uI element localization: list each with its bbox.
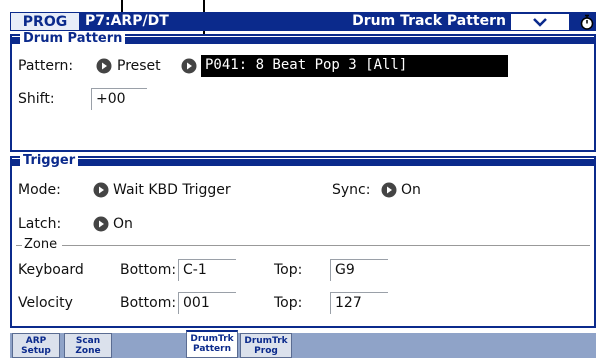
velocity-top-label: Top: <box>274 295 303 311</box>
latch-value[interactable]: On <box>113 215 133 233</box>
tab-drumtrk-pattern[interactable]: DrumTrk Pattern <box>186 330 238 358</box>
keyboard-bottom-field[interactable]: C-1 <box>178 259 236 281</box>
tab-label-line1: Scan <box>75 336 101 346</box>
latch-popup-icon[interactable] <box>93 216 109 232</box>
trigger-section-label: Trigger <box>20 153 79 169</box>
zone-label: Zone <box>24 237 58 252</box>
page-indicator: P7:ARP/DT <box>85 13 169 29</box>
sync-value[interactable]: On <box>401 181 421 199</box>
mode-popup-icon[interactable] <box>93 182 109 198</box>
tab-drumtrk-prog[interactable]: DrumTrk Prog <box>240 333 292 358</box>
tab-label-line2: Zone <box>75 346 101 356</box>
keyboard-top-field[interactable]: G9 <box>330 259 388 281</box>
tab-label-line2: Setup <box>21 346 51 356</box>
velocity-top-field[interactable]: 127 <box>330 292 388 314</box>
chevron-down-icon <box>533 18 547 27</box>
trigger-header: Trigger <box>12 153 594 169</box>
keyboard-top-label: Top: <box>274 262 303 278</box>
velocity-label: Velocity <box>18 295 73 311</box>
tab-label-line2: Pattern <box>193 344 231 354</box>
pattern-popup-icon[interactable] <box>181 58 197 74</box>
sync-popup-icon[interactable] <box>381 182 397 198</box>
keyboard-bottom-label: Bottom: <box>120 262 177 278</box>
shift-label: Shift: <box>18 91 55 107</box>
latch-label: Latch: <box>18 216 62 232</box>
tab-label-line1: ARP <box>25 336 47 346</box>
keyboard-label: Keyboard <box>18 262 84 278</box>
drum-pattern-section-label: Drum Pattern <box>20 31 126 47</box>
stopwatch-button[interactable] <box>578 13 595 30</box>
shift-field[interactable]: +00 <box>91 88 147 110</box>
page-menu-button[interactable] <box>510 13 570 31</box>
title-bar: PROG P7:ARP/DT Drum Track Pattern <box>10 12 596 31</box>
velocity-bottom-field[interactable]: 001 <box>178 292 236 314</box>
mode-indicator[interactable]: PROG <box>10 12 80 31</box>
drum-pattern-panel: Drum Pattern Pattern: Preset P041: 8 Bea… <box>10 31 596 152</box>
bank-popup-icon[interactable] <box>96 58 112 74</box>
pattern-select-field[interactable]: P041: 8 Beat Pop 3 [All] <box>201 55 508 77</box>
tab-label-line2: Prog <box>254 346 278 356</box>
section-bar <box>12 159 594 166</box>
tab-scan-zone[interactable]: Scan Zone <box>64 333 112 358</box>
sync-label: Sync: <box>332 182 371 198</box>
pattern-label: Pattern: <box>18 58 74 74</box>
tab-label-line1: DrumTrk <box>190 334 234 344</box>
trigger-panel: Trigger Mode: Wait KBD Trigger Sync: On … <box>10 153 596 328</box>
bank-value[interactable]: Preset <box>117 57 161 75</box>
stopwatch-icon <box>580 14 593 30</box>
tab-label-line1: DrumTrk <box>244 336 288 346</box>
mode-label: Mode: <box>18 182 61 198</box>
tab-bar: ARP Setup Scan Zone DrumTrk Pattern Drum… <box>10 330 596 358</box>
zone-rule-left <box>16 245 22 246</box>
tab-arp-setup[interactable]: ARP Setup <box>12 333 60 358</box>
velocity-bottom-label: Bottom: <box>120 295 177 311</box>
zone-rule-right <box>62 245 590 246</box>
mode-value[interactable]: Wait KBD Trigger <box>113 181 231 199</box>
page-title: Drum Track Pattern <box>352 13 506 29</box>
drum-pattern-header: Drum Pattern <box>12 31 594 47</box>
